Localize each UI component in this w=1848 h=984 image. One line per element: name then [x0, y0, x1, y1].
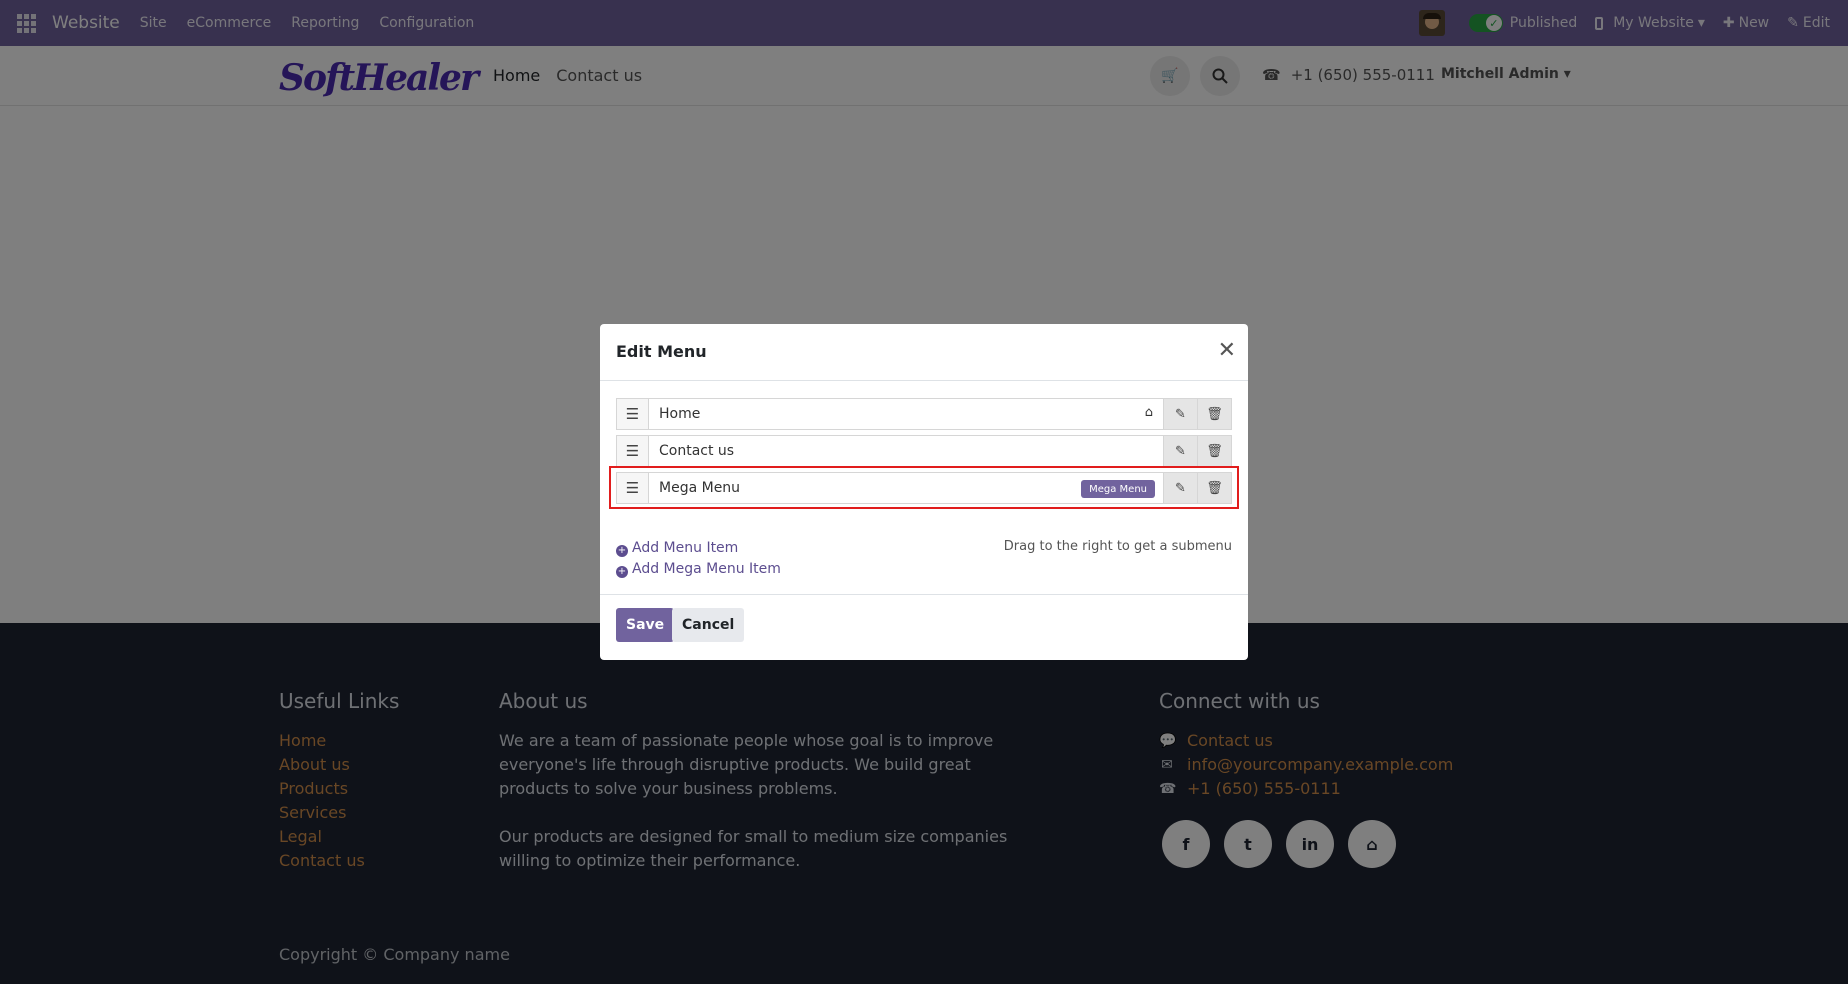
menu-item-name: Contact us [649, 436, 1163, 466]
edit-icon: ✎ [1175, 406, 1186, 422]
plus-circle-icon: + [616, 566, 628, 578]
add-menu-item-link[interactable]: + Add Menu Item [616, 538, 781, 559]
drag-handle-icon[interactable]: ☰ [617, 399, 649, 429]
menu-item-label: Home [659, 406, 701, 422]
save-button[interactable]: Save [616, 608, 675, 642]
add-mega-menu-item-label: Add Mega Menu Item [632, 561, 781, 577]
highlight-annotation [609, 466, 1239, 509]
plus-circle-icon: + [616, 545, 628, 557]
drag-hint: Drag to the right to get a submenu [1003, 539, 1232, 554]
add-menu-item-label: Add Menu Item [632, 540, 739, 556]
delete-item-button[interactable]: 🗑 [1197, 399, 1231, 429]
menu-item-row[interactable]: ☰ Contact us ✎ 🗑 [616, 435, 1232, 467]
delete-item-button[interactable]: 🗑 [1197, 436, 1231, 466]
add-links: + Add Menu Item + Add Mega Menu Item [616, 538, 781, 580]
close-icon[interactable]: ✕ [1218, 338, 1236, 363]
modal-footer: Save Cancel [600, 594, 1248, 660]
trash-icon: 🗑 [1206, 443, 1223, 459]
menu-item-name: Home ⌂ [649, 399, 1163, 429]
edit-item-button[interactable]: ✎ [1163, 399, 1197, 429]
modal-title: Edit Menu [616, 342, 707, 361]
edit-icon: ✎ [1175, 443, 1186, 459]
home-icon: ⌂ [1144, 405, 1153, 420]
menu-item-row[interactable]: ☰ Home ⌂ ✎ 🗑 [616, 398, 1232, 430]
drag-handle-icon[interactable]: ☰ [617, 436, 649, 466]
trash-icon: 🗑 [1206, 406, 1223, 422]
add-mega-menu-item-link[interactable]: + Add Mega Menu Item [616, 559, 781, 580]
edit-menu-dialog: Edit Menu ✕ ☰ Home ⌂ ✎ 🗑 ☰ Contact us ✎ … [600, 324, 1248, 660]
edit-item-button[interactable]: ✎ [1163, 436, 1197, 466]
modal-header: Edit Menu ✕ [600, 324, 1248, 381]
cancel-button[interactable]: Cancel [672, 608, 745, 642]
menu-item-label: Contact us [659, 443, 735, 459]
